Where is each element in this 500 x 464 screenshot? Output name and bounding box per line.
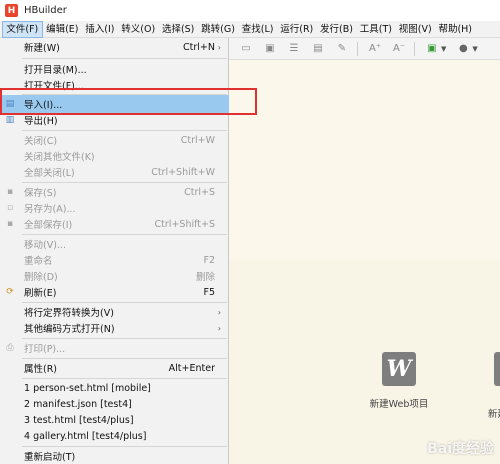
menu-item-shortcut: Ctrl+Shift+W <box>151 166 215 178</box>
menu-item-label: 4 gallery.html [test4/plus] <box>24 430 147 442</box>
menu-run[interactable]: 运行(R) <box>277 21 317 38</box>
font-decrease-icon[interactable]: A⁻ <box>392 42 406 56</box>
menu-item-label: 2 manifest.json [test4] <box>24 398 132 410</box>
menu-tools[interactable]: 工具(T) <box>356 21 395 38</box>
save-icon: ▪ <box>6 187 14 197</box>
menu-item-print[interactable]: ⎙ 打印(P)... <box>0 339 229 357</box>
app-title: HBuilder <box>24 5 67 16</box>
menu-item-shortcut: Ctrl+S <box>184 186 215 198</box>
editor-area: W 新建Web项目 新建 Bai度经验 <box>229 60 500 464</box>
app-logo-icon: H <box>5 4 18 17</box>
menu-file[interactable]: 文件(F) <box>2 20 43 38</box>
menu-item-label: 关闭其他文件(K) <box>24 152 95 163</box>
export-icon: ▥ <box>5 115 15 125</box>
editor-top-panel <box>229 60 500 260</box>
menu-item-label: 删除(D) <box>24 272 58 283</box>
annotation-highlight-box <box>0 88 257 115</box>
menu-item-label: 将行定界符转换为(V) <box>24 308 114 319</box>
menu-item-label: 关闭(C) <box>24 136 58 147</box>
print-icon: ⎙ <box>6 343 14 353</box>
menu-find[interactable]: 查找(L) <box>238 21 277 38</box>
toolbar: ▭ ▣ ☰ ▤ ✎ A⁺ A⁻ ▣ ▼ ● ▼ <box>229 38 500 60</box>
new-web-project-tile[interactable]: W 新建Web项目 <box>369 352 429 410</box>
toolbar-edit-icon[interactable]: ✎ <box>335 42 349 56</box>
menu-item-label: 全部保存(I) <box>24 220 73 231</box>
menu-item-recent-4[interactable]: 4 gallery.html [test4/plus] <box>0 427 229 445</box>
menu-item-restart[interactable]: 重新启动(T) <box>0 447 229 464</box>
menu-bar: 文件(F) 编辑(E) 插入(I) 转义(O) 选择(S) 跳转(G) 查找(L… <box>0 20 500 38</box>
submenu-arrow-icon: › <box>217 323 221 333</box>
menu-item-save-all[interactable]: ▪ 全部保存(I) Ctrl+Shift+S <box>0 215 229 233</box>
menu-item-label: 保存(S) <box>24 188 57 199</box>
menu-item-refresh[interactable]: ⟳ 刷新(E) F5 <box>0 283 229 301</box>
menu-item-label: 属性(R) <box>24 364 58 375</box>
submenu-arrow-icon: › <box>217 307 221 317</box>
toolbar-separator <box>357 41 358 56</box>
menu-item-label: 导出(H) <box>24 116 58 127</box>
menu-item-label: 3 test.html [test4/plus] <box>24 414 134 426</box>
web-project-logo-icon: W <box>382 352 416 386</box>
menu-item-label: 1 person-set.html [mobile] <box>24 382 151 394</box>
save-all-icon: ▪ <box>6 219 14 229</box>
menu-goto[interactable]: 跳转(G) <box>198 21 239 38</box>
menu-item-label: 打印(P)... <box>24 344 66 355</box>
toolbar-format-icon[interactable]: ▭ <box>239 42 253 56</box>
chevron-down-icon[interactable]: ▼ <box>472 45 477 53</box>
menu-insert[interactable]: 插入(I) <box>82 21 118 38</box>
font-increase-icon[interactable]: A⁺ <box>368 42 382 56</box>
toolbar-list-icon[interactable]: ☰ <box>287 42 301 56</box>
menu-item-shortcut: Alt+Enter <box>168 362 215 374</box>
refresh-icon: ⟳ <box>6 287 14 297</box>
menu-item-label: 另存为(A)... <box>24 204 76 215</box>
menu-item-label: 新建(W) <box>24 43 60 54</box>
menu-item-label: 打开目录(M)... <box>24 65 87 76</box>
menu-escape[interactable]: 转义(O) <box>118 21 159 38</box>
menu-item-label: 其他编码方式打开(N) <box>24 324 115 335</box>
toolbar-doc-icon[interactable]: ▣ <box>263 42 277 56</box>
toolbar-monitor-icon[interactable]: ▤ <box>311 42 325 56</box>
menu-help[interactable]: 帮助(H) <box>435 21 475 38</box>
menu-item-open-with-encoding[interactable]: 其他编码方式打开(N) › <box>0 319 229 337</box>
new-project-icon[interactable]: ▣ <box>425 42 439 56</box>
toolbar-separator <box>414 41 415 56</box>
menu-item-shortcut: Ctrl+W <box>180 134 215 146</box>
menu-item-label: 刷新(E) <box>24 288 57 299</box>
menu-edit[interactable]: 编辑(E) <box>43 21 82 38</box>
watermark: Bai度经验 <box>427 441 494 457</box>
menu-item-shortcut: 删除 <box>195 272 215 283</box>
app-project-logo-icon[interactable] <box>494 352 500 386</box>
new-app-project-label: 新建 <box>488 409 500 420</box>
title-bar: H HBuilder <box>0 0 500 21</box>
menu-item-shortcut: F2 <box>203 254 215 266</box>
run-browser-icon[interactable]: ● <box>456 42 470 56</box>
menu-item-close-all[interactable]: 全部关闭(L) Ctrl+Shift+W <box>0 163 229 181</box>
menu-item-label: 重命名 <box>24 256 53 267</box>
menu-item-shortcut: F5 <box>203 286 215 298</box>
menu-item-label: 全部关闭(L) <box>24 168 75 179</box>
menu-item-new[interactable]: 新建(W) Ctrl+N › <box>0 38 229 56</box>
menu-separator <box>22 58 227 59</box>
menu-item-shortcut: Ctrl+N <box>183 41 215 53</box>
submenu-arrow-icon: › <box>217 42 221 52</box>
menu-view[interactable]: 视图(V) <box>395 21 435 38</box>
menu-select[interactable]: 选择(S) <box>159 21 198 38</box>
menu-item-label: 移动(V)... <box>24 240 66 251</box>
menu-publish[interactable]: 发行(B) <box>317 21 357 38</box>
save-as-icon: ▫ <box>6 203 14 213</box>
chevron-down-icon[interactable]: ▼ <box>441 45 446 53</box>
menu-item-shortcut: Ctrl+Shift+S <box>154 218 215 230</box>
menu-item-label: 重新启动(T) <box>24 452 76 463</box>
menu-item-properties[interactable]: 属性(R) Alt+Enter <box>0 359 229 377</box>
new-web-project-label: 新建Web项目 <box>369 399 429 410</box>
